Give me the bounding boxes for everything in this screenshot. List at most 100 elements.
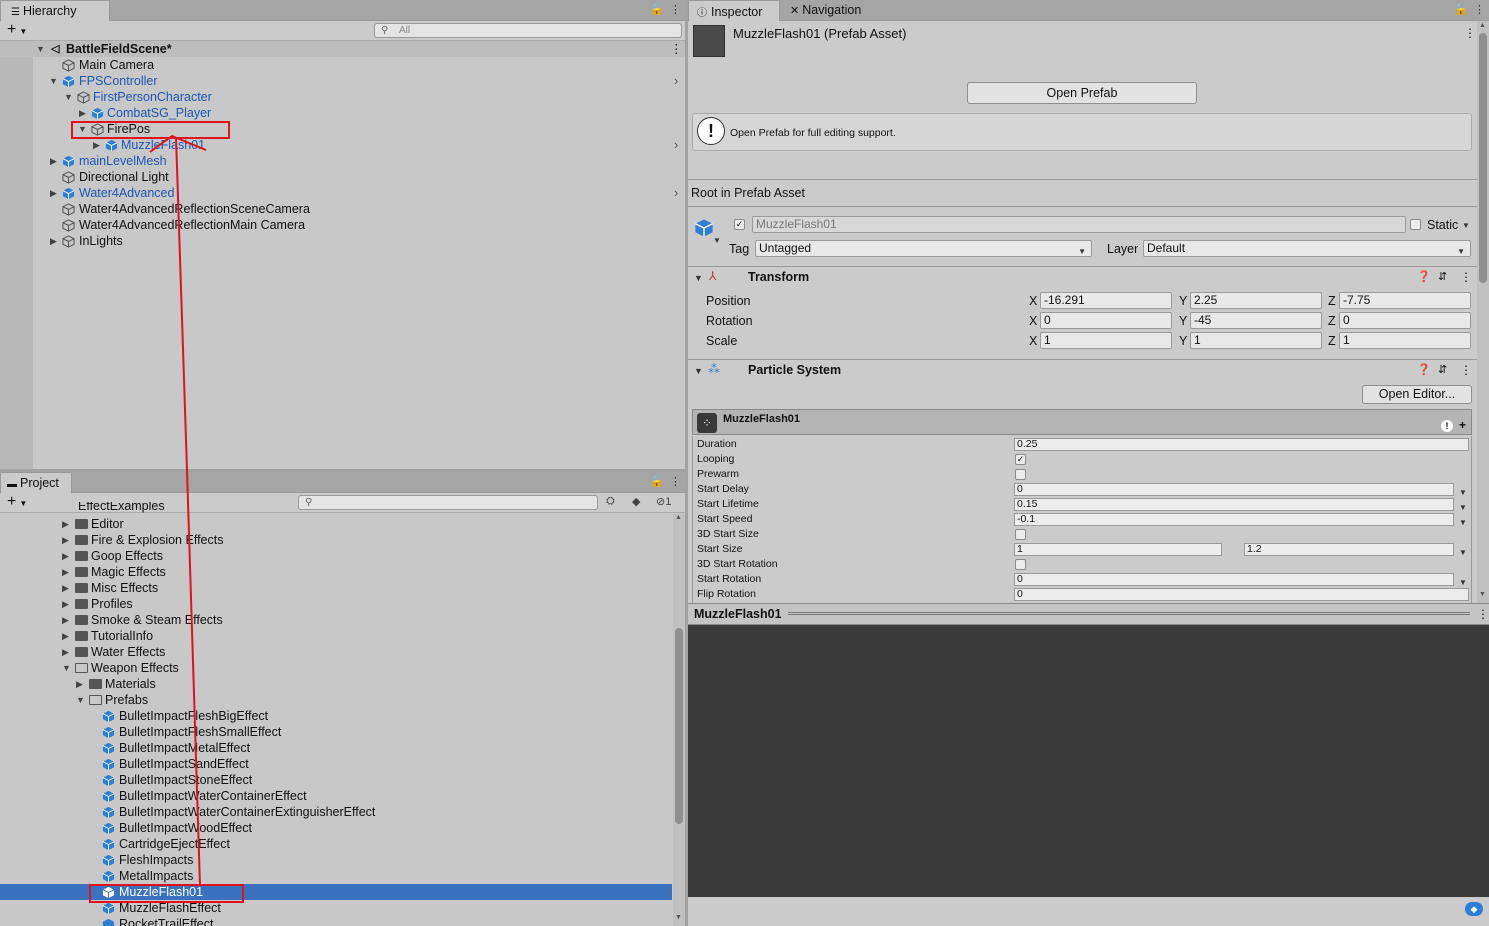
- scale-x-field[interactable]: 1: [1040, 332, 1172, 349]
- more-options-icon[interactable]: ⋮: [670, 475, 681, 488]
- tag-dropdown[interactable]: Untagged ▼: [755, 240, 1092, 257]
- folder-item-fire-explosion[interactable]: ▶ Fire & Explosion Effects: [0, 532, 685, 548]
- preview-area[interactable]: [688, 625, 1489, 897]
- expand-arrow-icon[interactable]: ▶: [62, 580, 69, 596]
- scene-row[interactable]: ▼ ◁ BattleFieldScene* ⋮: [0, 41, 685, 57]
- tree-item-water4advanced[interactable]: ▶ Water4Advanced ›: [0, 185, 685, 201]
- asset-item[interactable]: BulletImpactStoneEffect: [0, 772, 685, 788]
- object-name-field[interactable]: MuzzleFlash01: [752, 216, 1406, 233]
- expand-arrow-icon[interactable]: ▶: [62, 516, 69, 532]
- asset-item[interactable]: RocketTrailEffect: [0, 916, 685, 926]
- open-editor-button[interactable]: Open Editor...: [1362, 385, 1472, 404]
- scroll-down-icon[interactable]: ▼: [675, 914, 682, 921]
- tree-item-fpscontroller[interactable]: ▼ FPSController ›: [0, 73, 685, 89]
- tab-navigation[interactable]: ✕ Navigation: [784, 0, 869, 21]
- preview-menu-icon[interactable]: ⋮: [1477, 607, 1489, 621]
- tree-item-main-camera[interactable]: Main Camera: [0, 57, 685, 73]
- folder-item-magic[interactable]: ▶ Magic Effects: [0, 564, 685, 580]
- static-checkbox[interactable]: [1410, 219, 1421, 230]
- asset-item-selected[interactable]: MuzzleFlash01: [0, 884, 672, 900]
- scroll-down-icon[interactable]: ▼: [1479, 591, 1486, 598]
- scroll-thumb[interactable]: [675, 628, 683, 824]
- tab-hierarchy[interactable]: ☰ Hierarchy: [0, 0, 110, 21]
- rotation-y-field[interactable]: -45: [1190, 312, 1322, 329]
- expand-arrow-icon[interactable]: ▶: [62, 564, 69, 580]
- active-checkbox[interactable]: ✓: [734, 219, 745, 230]
- prewarm-checkbox[interactable]: [1015, 469, 1026, 480]
- folder-item-goop[interactable]: ▶ Goop Effects: [0, 548, 685, 564]
- tree-item-reflection-main-camera[interactable]: Water4AdvancedReflectionMain Camera: [0, 217, 685, 233]
- hierarchy-search-input[interactable]: ⚲ All: [374, 23, 682, 38]
- inspector-scrollbar[interactable]: ▲ ▼: [1477, 21, 1489, 603]
- expand-arrow-icon[interactable]: ▼: [76, 692, 85, 708]
- 3d-start-rotation-checkbox[interactable]: [1015, 559, 1026, 570]
- transform-header[interactable]: ▼ ⅄ Transform ❓ ⇵ ⋮: [688, 266, 1477, 288]
- start-lifetime-field[interactable]: 0.15: [1014, 498, 1454, 511]
- tree-item-muzzleflash01[interactable]: ▶ MuzzleFlash01 ›: [0, 137, 685, 153]
- 3d-start-size-checkbox[interactable]: [1015, 529, 1026, 540]
- asset-item[interactable]: BulletImpactWaterContainerExtinguisherEf…: [0, 804, 685, 820]
- expand-arrow-icon[interactable]: ▶: [62, 596, 69, 612]
- asset-labels-icon[interactable]: ◆: [1465, 902, 1483, 916]
- asset-item[interactable]: BulletImpactWoodEffect: [0, 820, 685, 836]
- tree-item-firstpersoncharacter[interactable]: ▼ FirstPersonCharacter: [0, 89, 685, 105]
- asset-item[interactable]: BulletImpactFleshSmallEffect: [0, 724, 685, 740]
- expand-arrow-icon[interactable]: ▶: [62, 548, 69, 564]
- asset-item[interactable]: BulletImpactSandEffect: [0, 756, 685, 772]
- create-plus-button[interactable]: + ▼: [7, 21, 27, 39]
- particle-system-header[interactable]: ▼ ⁂ Particle System ❓ ⇵ ⋮: [688, 359, 1477, 381]
- more-options-icon[interactable]: ⋮: [1474, 3, 1485, 16]
- asset-item[interactable]: BulletImpactWaterContainerEffect: [0, 788, 685, 804]
- flip-rotation-field[interactable]: 0: [1014, 588, 1469, 601]
- scroll-up-icon[interactable]: ▲: [675, 514, 682, 521]
- looping-checkbox[interactable]: ✓: [1015, 454, 1026, 465]
- tab-inspector[interactable]: ⓘ Inspector: [688, 0, 780, 21]
- tree-item-inlights[interactable]: ▶ InLights: [0, 233, 685, 249]
- rotation-z-field[interactable]: 0: [1339, 312, 1471, 329]
- asset-menu-icon[interactable]: ⋮: [1464, 26, 1476, 40]
- start-rotation-field[interactable]: 0: [1014, 573, 1454, 586]
- tree-item-reflection-scene-camera[interactable]: Water4AdvancedReflectionSceneCamera: [0, 201, 685, 217]
- expand-arrow-icon[interactable]: ▼: [78, 121, 87, 137]
- component-menu-icon[interactable]: ⋮: [1460, 363, 1472, 377]
- scroll-up-icon[interactable]: ▲: [1479, 22, 1486, 29]
- expand-arrow-icon[interactable]: ▶: [62, 532, 69, 548]
- lock-icon[interactable]: 🔓: [1454, 3, 1468, 16]
- folder-item-editor[interactable]: ▶ Editor: [0, 516, 685, 532]
- scroll-thumb[interactable]: [1479, 33, 1487, 283]
- folder-item-prefabs[interactable]: ▼ Prefabs: [0, 692, 685, 708]
- start-size-max-field[interactable]: 1.2: [1244, 543, 1454, 556]
- static-dropdown-icon[interactable]: ▼: [1462, 221, 1470, 230]
- lock-icon[interactable]: 🔓: [650, 475, 664, 488]
- folder-item-profiles[interactable]: ▶ Profiles: [0, 596, 685, 612]
- expand-arrow-icon[interactable]: ▶: [62, 644, 69, 660]
- folder-item-smoke-steam[interactable]: ▶ Smoke & Steam Effects: [0, 612, 685, 628]
- icon-dropdown-icon[interactable]: ▼: [713, 236, 721, 245]
- rotation-x-field[interactable]: 0: [1040, 312, 1172, 329]
- expand-arrow-icon[interactable]: ▼: [62, 660, 71, 676]
- folder-item-weapon[interactable]: ▼ Weapon Effects: [0, 660, 685, 676]
- tree-item-mainlevelmesh[interactable]: ▶ mainLevelMesh: [0, 153, 685, 169]
- module-header[interactable]: ⁘ MuzzleFlash01 ! +: [692, 409, 1472, 435]
- open-prefab-button[interactable]: Open Prefab: [967, 82, 1197, 104]
- layer-dropdown[interactable]: Default ▼: [1143, 240, 1471, 257]
- expand-arrow-icon[interactable]: ▼: [36, 41, 45, 57]
- component-menu-icon[interactable]: ⋮: [1460, 270, 1472, 284]
- start-delay-field[interactable]: 0: [1014, 483, 1454, 496]
- help-icon[interactable]: ❓: [1417, 270, 1431, 283]
- position-z-field[interactable]: -7.75: [1339, 292, 1471, 309]
- tree-item-combatsg-player[interactable]: ▶ CombatSG_Player: [0, 105, 685, 121]
- expand-arrow-icon[interactable]: ▶: [79, 105, 86, 121]
- presets-icon[interactable]: ⇵: [1438, 270, 1447, 283]
- tab-project[interactable]: ▬ Project: [0, 472, 72, 493]
- asset-item[interactable]: MetalImpacts: [0, 868, 685, 884]
- scene-menu-icon[interactable]: ⋮: [670, 41, 683, 57]
- expand-arrow-icon[interactable]: ▶: [50, 185, 57, 201]
- tree-item-directional-light[interactable]: Directional Light: [0, 169, 685, 185]
- more-options-icon[interactable]: ⋮: [670, 3, 681, 16]
- chevron-right-icon[interactable]: ›: [674, 185, 678, 201]
- presets-icon[interactable]: ⇵: [1438, 363, 1447, 376]
- expand-arrow-icon[interactable]: ▶: [93, 137, 100, 153]
- position-x-field[interactable]: -16.291: [1040, 292, 1172, 309]
- start-size-min-field[interactable]: 1: [1014, 543, 1222, 556]
